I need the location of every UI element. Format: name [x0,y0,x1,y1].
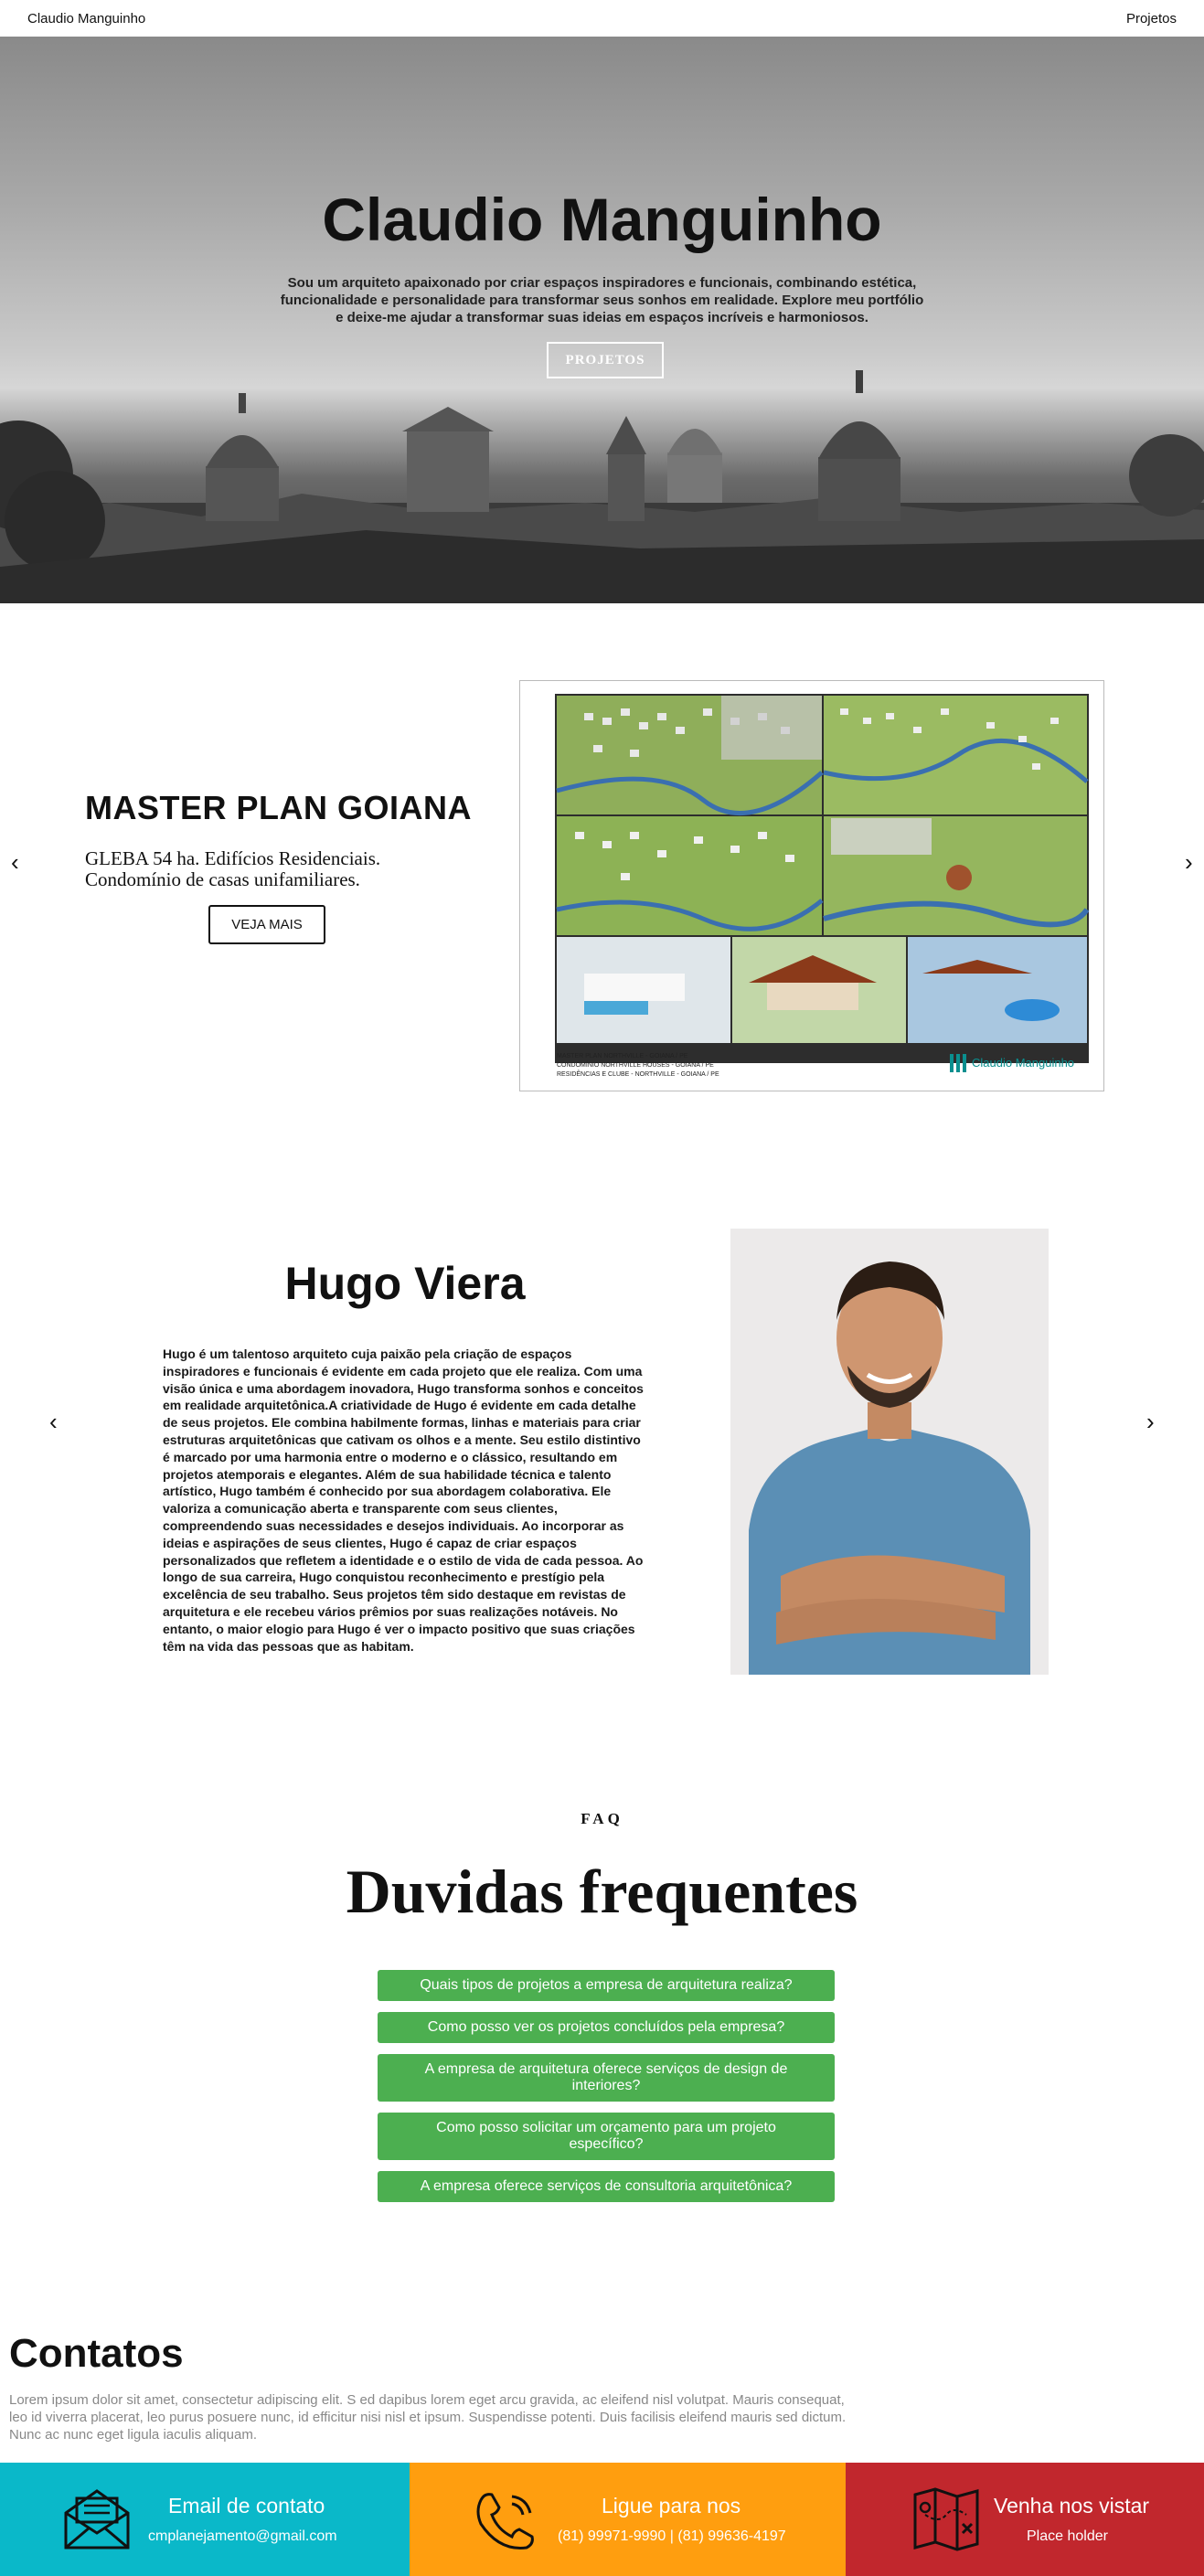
faq-question[interactable]: Como posso ver os projetos concluídos pe… [378,2012,835,2043]
hero-title: Claudio Manguinho [322,186,882,253]
brand-link[interactable]: Claudio Manguinho [27,11,145,27]
faq-title: Duvidas frequentes [346,1857,858,1926]
faq-question[interactable]: Quais tipos de projetos a empresa de arq… [378,1970,835,2001]
projetos-button[interactable]: PROJETOS [547,342,664,378]
contact-cards: Email de contato cmplanejamento@gmail.co… [0,2463,1204,2576]
city-skyline-image [0,370,1204,603]
carousel-prev-arrow[interactable]: ‹ [11,848,19,877]
hero-description: Sou um arquiteto apaixonado por criar es… [280,275,924,325]
location-card-address: Place holder [1027,2528,1108,2544]
envelope-icon [64,2489,130,2549]
faq-list: Quais tipos de projetos a empresa de arq… [378,1970,835,2213]
person-prev-arrow[interactable]: ‹ [49,1408,58,1436]
master-plan-render: MASTER PLAN NORTHVILLE - GOIANA / PE CON… [555,694,1090,1078]
faq-section: FAQ Duvidas frequentes Quais tipos de pr… [0,1783,1204,2221]
hero-section: Claudio Manguinho Sou um arquiteto apaix… [0,37,1204,603]
architect-photo [730,1229,1049,1675]
architect-bio: Hugo é um talentoso arquiteto cuja paixã… [163,1347,644,1654]
email-card-address[interactable]: cmplanejamento@gmail.com [148,2528,337,2545]
svg-text:Claudio Manguinho: Claudio Manguinho [972,1056,1074,1070]
svg-text:MASTER PLAN NORTHVILLE - GOIAN: MASTER PLAN NORTHVILLE - GOIANA / PE [557,1053,688,1059]
contacts-title: Contatos [9,2331,184,2376]
person-next-arrow[interactable]: › [1146,1408,1155,1436]
email-card-title: Email de contato [168,2494,325,2517]
architect-carousel: ‹ › Hugo Viera Hugo é um talentoso arqui… [0,1161,1204,1728]
faq-question[interactable]: A empresa oferece serviços de consultori… [378,2171,835,2202]
carousel-next-arrow[interactable]: › [1185,848,1193,877]
phone-card[interactable]: Ligue para nos (81) 99971-9990 | (81) 99… [410,2463,846,2576]
phone-card-title: Ligue para nos [602,2494,741,2517]
veja-mais-button[interactable]: VEJA MAIS [208,905,325,944]
phone-card-numbers[interactable]: (81) 99971-9990 | (81) 99636-4197 [558,2528,786,2545]
contacts-text: Lorem ipsum dolor sit amet, consectetur … [9,2392,847,2443]
master-plan-board-image: MASTER PLAN NORTHVILLE - GOIANA / PE CON… [519,680,1104,1091]
svg-text:CONDOMÍNIO NORTHVILLE HOUSES -: CONDOMÍNIO NORTHVILLE HOUSES - GOIANA / … [557,1060,714,1069]
top-navbar: Claudio Manguinho Projetos [0,0,1204,37]
architect-name: Hugo Viera [284,1258,526,1309]
faq-kicker: FAQ [581,1810,623,1827]
phone-icon [476,2493,534,2549]
email-card[interactable]: Email de contato cmplanejamento@gmail.co… [0,2463,410,2576]
faq-question[interactable]: Como posso solicitar um orçamento para u… [378,2113,835,2160]
faq-question[interactable]: A empresa de arquitetura oferece serviço… [378,2054,835,2102]
nav-link-projetos[interactable]: Projetos [1126,11,1177,27]
project-description: GLEBA 54 ha. Edifícios Residenciais. Con… [85,847,381,890]
svg-text:RESIDÊNCIAS E CLUBE - NORTHVIL: RESIDÊNCIAS E CLUBE - NORTHVILLE - GOIAN… [557,1070,719,1078]
project-carousel: ‹ › MASTER PLAN GOIANA GLEBA 54 ha. Edif… [0,603,1204,1161]
location-card[interactable]: Venha nos vistar Place holder [846,2463,1204,2576]
project-title: MASTER PLAN GOIANA [85,789,472,826]
location-card-title: Venha nos vistar [994,2494,1150,2517]
map-icon [913,2487,979,2551]
